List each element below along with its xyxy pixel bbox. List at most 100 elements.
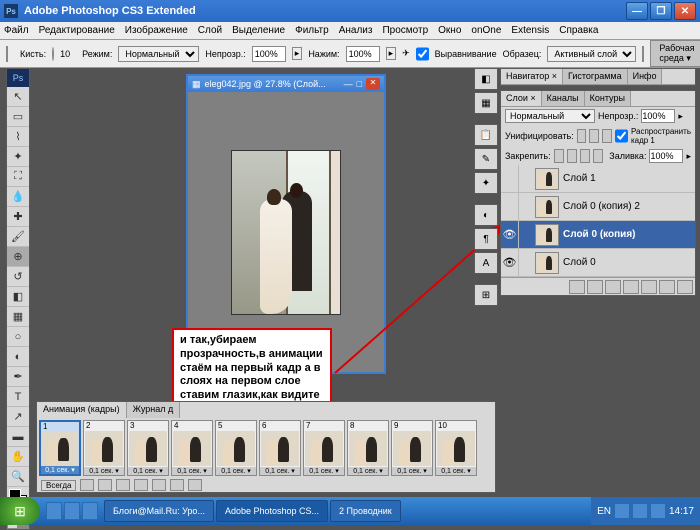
close-button[interactable]: ✕ xyxy=(674,2,696,20)
delete-layer-button[interactable] xyxy=(677,280,693,294)
dodge-tool[interactable]: ◐ xyxy=(7,347,29,367)
panel-tab[interactable]: Гистограмма xyxy=(563,69,628,84)
panel-tab[interactable]: Навигатор × xyxy=(501,69,563,84)
doc-close[interactable]: ✕ xyxy=(366,78,380,90)
next-frame-button[interactable] xyxy=(134,479,148,491)
taskbar-item[interactable]: Adobe Photoshop CS... xyxy=(216,500,328,522)
fill-input[interactable] xyxy=(649,149,683,163)
start-button[interactable]: ⊞ xyxy=(0,497,40,525)
animation-frame[interactable]: 40,1 сек. ▾ xyxy=(171,420,213,476)
dock-icon[interactable]: ◐ xyxy=(474,204,498,226)
layer-mask-button[interactable] xyxy=(605,280,621,294)
panel-tab[interactable]: Слои × xyxy=(501,91,542,106)
animation-frame[interactable]: 60,1 сек. ▾ xyxy=(259,420,301,476)
crop-tool[interactable]: ⛶ xyxy=(7,167,29,187)
animation-frame[interactable]: 30,1 сек. ▾ xyxy=(127,420,169,476)
doc-max[interactable]: □ xyxy=(357,79,362,89)
sample-select[interactable]: Активный слой xyxy=(547,46,636,62)
lock-pixels-icon[interactable] xyxy=(567,149,577,163)
eyedropper-tool[interactable]: 💧 xyxy=(7,187,29,207)
adj-layer-button[interactable] xyxy=(623,280,639,294)
animation-frame[interactable]: 20,1 сек. ▾ xyxy=(83,420,125,476)
animation-frame[interactable]: 50,1 сек. ▾ xyxy=(215,420,257,476)
workspace-button[interactable]: Рабочая среда ▾ xyxy=(650,40,700,67)
type-tool[interactable]: T xyxy=(7,387,29,407)
wand-tool[interactable]: ✦ xyxy=(7,147,29,167)
unify-style-icon[interactable] xyxy=(602,129,612,143)
first-frame-button[interactable] xyxy=(80,479,94,491)
animation-frame[interactable]: 90,1 сек. ▾ xyxy=(391,420,433,476)
lock-all-icon[interactable] xyxy=(593,149,603,163)
layer-blend-select[interactable]: Нормальный xyxy=(505,109,595,123)
taskbar-item[interactable]: 2 Проводник xyxy=(330,500,401,522)
menu-item[interactable]: Окно xyxy=(438,25,461,36)
menu-item[interactable]: Справка xyxy=(559,25,598,36)
opacity-input[interactable] xyxy=(252,46,286,62)
panel-tab[interactable]: Инфо xyxy=(628,69,663,84)
dock-icon[interactable]: ▦ xyxy=(474,92,498,114)
animation-frame[interactable]: 70,1 сек. ▾ xyxy=(303,420,345,476)
flow-arrow[interactable]: ▸ xyxy=(386,47,397,60)
panel-tab[interactable]: Контуры xyxy=(585,91,631,106)
delete-frame-button[interactable] xyxy=(188,479,202,491)
panel-tab[interactable]: Каналы xyxy=(542,91,585,106)
animation-frame[interactable]: 100,1 сек. ▾ xyxy=(435,420,477,476)
dock-icon[interactable]: ⊞ xyxy=(474,284,498,306)
new-frame-button[interactable] xyxy=(170,479,184,491)
ql-icon[interactable] xyxy=(82,502,98,520)
dock-icon[interactable]: 📋 xyxy=(474,124,498,146)
menu-item[interactable]: Слой xyxy=(198,25,222,36)
flow-input[interactable] xyxy=(346,46,380,62)
path-tool[interactable]: ↗ xyxy=(7,407,29,427)
lock-trans-icon[interactable] xyxy=(554,149,564,163)
menu-item[interactable]: onOne xyxy=(471,25,501,36)
move-tool[interactable]: ↖ xyxy=(7,87,29,107)
toolbox-header[interactable]: Ps xyxy=(7,69,29,87)
eraser-tool[interactable]: ◧ xyxy=(7,287,29,307)
visibility-toggle[interactable]: 👁 xyxy=(501,249,519,276)
visibility-toggle[interactable] xyxy=(501,165,519,192)
menu-item[interactable]: Анализ xyxy=(339,25,373,36)
lock-pos-icon[interactable] xyxy=(580,149,590,163)
visibility-toggle[interactable] xyxy=(501,193,519,220)
blend-mode-select[interactable]: Нормальный xyxy=(118,46,199,62)
layer-row[interactable]: Слой 0 (копия) 2 xyxy=(501,193,695,221)
history-tab[interactable]: Журнал д xyxy=(127,402,181,418)
gradient-tool[interactable]: ▦ xyxy=(7,307,29,327)
marquee-tool[interactable]: ▭ xyxy=(7,107,29,127)
group-button[interactable] xyxy=(641,280,657,294)
opacity-arrow[interactable]: ▸ xyxy=(292,47,303,60)
tray-icon[interactable] xyxy=(633,504,647,518)
menu-item[interactable]: Фильтр xyxy=(295,25,329,36)
tray-icon[interactable] xyxy=(651,504,665,518)
layer-opacity-input[interactable] xyxy=(641,109,675,123)
airbrush-icon[interactable]: ✈ xyxy=(402,48,410,59)
lang-indicator[interactable]: EN xyxy=(597,506,611,517)
menu-item[interactable]: Редактирование xyxy=(39,25,115,36)
document-titlebar[interactable]: ▦ eleg042.jpg @ 27.8% (Слой... — □ ✕ xyxy=(188,76,384,92)
stamp-tool[interactable]: ⊕ xyxy=(7,247,29,267)
minimize-button[interactable]: — xyxy=(626,2,648,20)
doc-min[interactable]: — xyxy=(344,79,353,89)
dock-icon[interactable]: ¶ xyxy=(474,228,498,250)
taskbar-item[interactable]: Блоги@Mail.Ru: Уро... xyxy=(104,500,214,522)
align-checkbox[interactable] xyxy=(416,46,429,62)
shape-tool[interactable]: ▬ xyxy=(7,427,29,447)
layer-row[interactable]: Слой 1 xyxy=(501,165,695,193)
menu-item[interactable]: Изображение xyxy=(125,25,188,36)
unify-vis-icon[interactable] xyxy=(589,129,599,143)
history-brush-tool[interactable]: ↺ xyxy=(7,267,29,287)
tray-icon[interactable] xyxy=(615,504,629,518)
tween-button[interactable] xyxy=(152,479,166,491)
current-tool-icon[interactable] xyxy=(6,46,8,62)
layer-fx-button[interactable] xyxy=(587,280,603,294)
layer-row[interactable]: 👁Слой 0 xyxy=(501,249,695,277)
animation-frame[interactable]: 10,1 сек. ▾ xyxy=(39,420,81,476)
dock-icon[interactable]: A xyxy=(474,252,498,274)
animation-tab[interactable]: Анимация (кадры) xyxy=(37,402,127,418)
opacity-dd[interactable]: ▸ xyxy=(678,111,683,122)
maximize-button[interactable]: ❐ xyxy=(650,2,672,20)
link-layers-button[interactable] xyxy=(569,280,585,294)
dock-icon[interactable]: ◧ xyxy=(474,68,498,90)
propagate-checkbox[interactable] xyxy=(615,129,628,143)
